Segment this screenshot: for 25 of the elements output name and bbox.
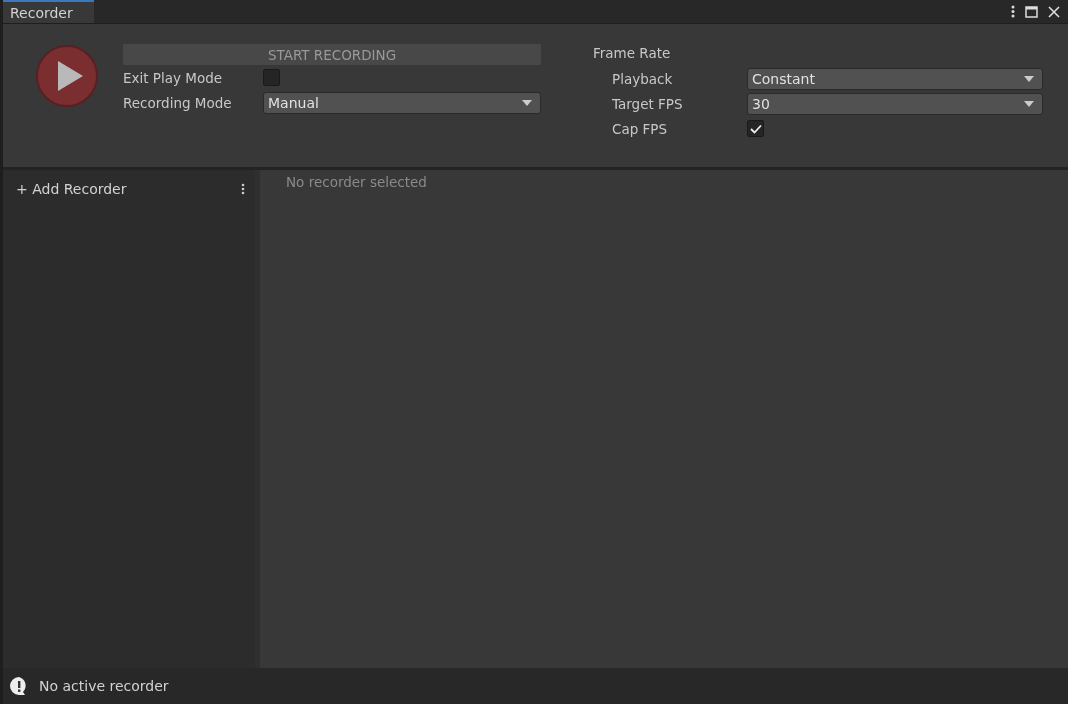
maximize-icon[interactable] — [1025, 5, 1038, 18]
info-icon — [9, 676, 29, 696]
field-label: Exit Play Mode — [123, 69, 224, 86]
more-icon[interactable] — [1011, 5, 1015, 18]
dropdown[interactable]: 30 — [747, 92, 1043, 115]
caret-icon — [522, 99, 532, 106]
start-recording-button[interactable]: START RECORDING — [123, 44, 541, 65]
checkbox[interactable] — [747, 120, 764, 137]
more-icon[interactable] — [241, 182, 245, 195]
field-label: Cap FPS — [612, 120, 669, 137]
caret-icon — [1024, 75, 1034, 82]
empty-message: No recorder selected — [286, 174, 427, 190]
status-message: No active recorder — [39, 678, 169, 694]
field-label: Playback — [612, 70, 674, 87]
dropdown[interactable]: Constant — [747, 67, 1043, 90]
field-label: Recording Mode — [123, 94, 233, 111]
section-title: Frame Rate — [593, 44, 672, 63]
add-recorder-button[interactable]: + Add Recorder — [16, 180, 127, 197]
close-icon[interactable] — [1048, 5, 1060, 18]
record-play-button[interactable] — [35, 44, 99, 108]
field-label: Target FPS — [612, 95, 684, 112]
checkbox[interactable] — [263, 69, 280, 86]
window-tab[interactable]: Recorder — [3, 0, 94, 23]
caret-icon — [1024, 100, 1034, 107]
dropdown[interactable]: Manual — [263, 91, 541, 114]
